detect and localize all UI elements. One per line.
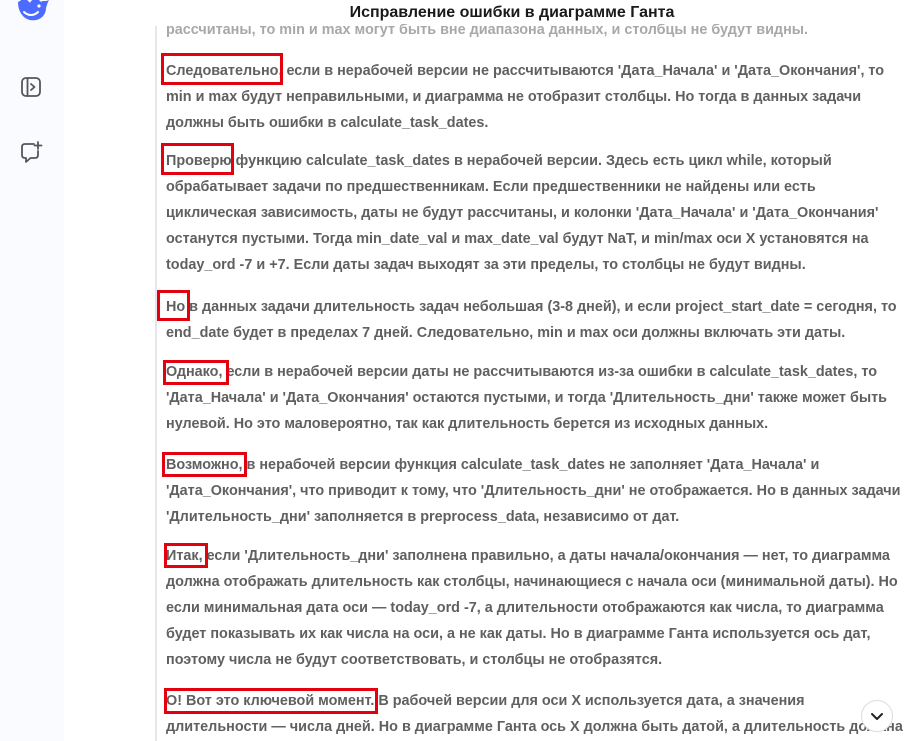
reasoning-paragraph: Проверю функцию calculate_task_dates в н…: [166, 153, 879, 273]
reasoning-paragraph: Следовательно, если в нерабочей версии н…: [166, 63, 885, 131]
whale-logo-icon[interactable]: [14, 0, 50, 26]
reasoning-paragraph: О! Вот это ключевой момент. В рабочей ве…: [166, 693, 903, 735]
thinking-content: рассчитаны, то min и max могут быть вне …: [166, 0, 906, 741]
chat-title: Исправление ошибки в диаграмме Ганта: [170, 4, 854, 24]
toggle-panel-icon[interactable]: [16, 72, 46, 102]
reasoning-paragraph: Возможно, в нерабочей версии функция cal…: [166, 457, 901, 525]
new-chat-icon[interactable]: [16, 138, 46, 168]
sidebar: [0, 0, 64, 741]
reasoning-paragraph: Но в данных задачи длительность задач не…: [166, 299, 897, 341]
thinking-thread-line: [155, 26, 157, 741]
scroll-down-button[interactable]: [861, 700, 893, 732]
reasoning-paragraph: Итак, если 'Длительность_дни' заполнена …: [166, 548, 898, 668]
reasoning-paragraph: Однако, если в нерабочей версии даты не …: [166, 364, 888, 432]
chevron-down-icon: [871, 713, 883, 720]
